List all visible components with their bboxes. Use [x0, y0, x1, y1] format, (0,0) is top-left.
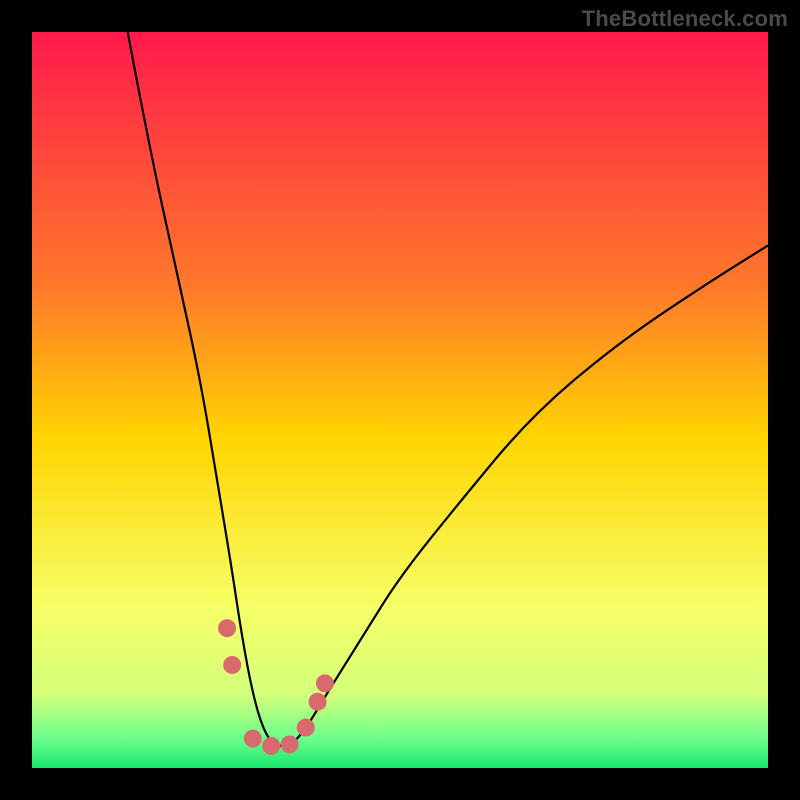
chart-frame: TheBottleneck.com — [0, 0, 800, 800]
marker-point — [223, 656, 241, 674]
marker-point — [309, 693, 327, 711]
marker-point — [244, 730, 262, 748]
watermark-label: TheBottleneck.com — [582, 6, 788, 32]
chart-svg — [32, 32, 768, 768]
gradient-background — [32, 32, 768, 768]
marker-point — [218, 619, 236, 637]
marker-point — [316, 674, 334, 692]
marker-point — [281, 735, 299, 753]
plot-area — [32, 32, 768, 768]
marker-point — [262, 737, 280, 755]
marker-point — [297, 719, 315, 737]
